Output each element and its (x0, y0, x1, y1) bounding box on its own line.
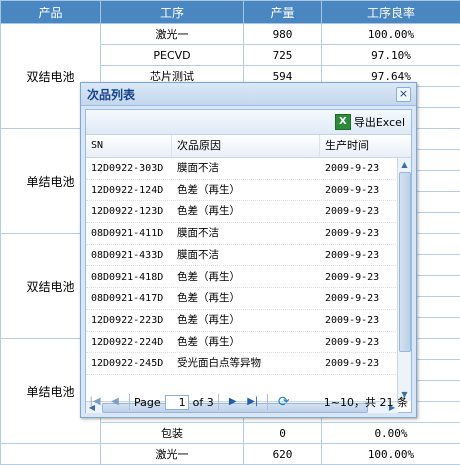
export-label: 导出Excel (354, 114, 405, 130)
table-row[interactable]: 08D0921-411D膜面不洁2009-9-23 (86, 223, 398, 245)
pager-separator (129, 394, 130, 410)
table-row[interactable]: 08D0921-418D色差（再生）2009-9-23 (86, 267, 398, 289)
date-cell: 2009-9-23 (320, 267, 398, 288)
vertical-scrollbar[interactable]: ▲ ▼ (397, 158, 411, 401)
sn-cell: 12D0922-123D (86, 201, 172, 222)
column-header-sn[interactable]: SN (86, 135, 172, 157)
header-yield: 工序良率 (322, 1, 460, 24)
reason-cell: 色差（再生） (172, 288, 320, 309)
pager-separator (267, 394, 268, 410)
date-cell: 2009-9-23 (320, 288, 398, 309)
yield-cell: 100.00% (322, 24, 460, 45)
process-cell: PECVD (101, 45, 244, 66)
grid-header: SN 次品原因 生产时间 (86, 135, 411, 158)
last-page-icon[interactable]: ▶| (246, 395, 260, 409)
excel-icon: X (335, 114, 351, 130)
table-row: 双结电池激光一980100.00% (1, 24, 460, 45)
reason-cell: 色差（再生） (172, 310, 320, 331)
date-cell: 2009-9-23 (320, 310, 398, 331)
header-product: 产品 (1, 1, 101, 24)
date-cell: 2009-9-23 (320, 353, 398, 374)
sn-cell: 12D0922-245D (86, 353, 172, 374)
table-header-row: 产品 工序 产量 工序良率 (1, 1, 460, 24)
reason-cell: 色差（再生） (172, 332, 320, 353)
table-row[interactable]: 12D0922-123D色差（再生）2009-9-23 (86, 201, 398, 223)
date-cell: 2009-9-23 (320, 223, 398, 244)
sn-cell: 12D0922-303D (86, 158, 172, 179)
date-cell: 2009-9-23 (320, 332, 398, 353)
dialog-title: 次品列表 (87, 86, 135, 103)
reason-cell: 色差（再生） (172, 267, 320, 288)
page-label: Page (134, 396, 161, 409)
header-process: 工序 (101, 1, 244, 24)
process-cell: 激光一 (101, 24, 244, 45)
scroll-up-icon[interactable]: ▲ (398, 158, 411, 171)
pager-info: 1~10，共 21 条 (324, 394, 408, 410)
sn-cell: 12D0922-124D (86, 180, 172, 201)
table-row[interactable]: 08D0921-433D膜面不洁2009-9-23 (86, 245, 398, 267)
page-number-input[interactable] (165, 395, 189, 410)
output-cell: 725 (244, 45, 322, 66)
prev-page-icon[interactable]: ◀ (108, 395, 122, 409)
grid-rows: 12D0922-303D膜面不洁2009-9-2312D0922-124D色差（… (86, 158, 398, 401)
column-header-reason[interactable]: 次品原因 (172, 135, 320, 157)
paging-toolbar: |◀ ◀ Page of 3 ▶ ▶| ⟳ 1~10，共 21 条 (85, 389, 412, 415)
reason-cell: 受光面白点等异物 (172, 353, 320, 374)
yield-cell: 97.10% (322, 45, 460, 66)
sn-cell: 12D0922-224D (86, 332, 172, 353)
table-row[interactable]: 12D0922-303D膜面不洁2009-9-23 (86, 158, 398, 180)
dialog-header: 次品列表 × (81, 83, 416, 106)
yield-cell: 0.00% (322, 423, 460, 444)
dialog-toolbar: X 导出Excel (86, 110, 411, 135)
date-cell: 2009-9-23 (320, 158, 398, 179)
refresh-icon[interactable]: ⟳ (276, 394, 292, 410)
page-of-label: of 3 (193, 396, 214, 409)
date-cell: 2009-9-23 (320, 180, 398, 201)
reason-cell: 膜面不洁 (172, 158, 320, 179)
column-header-date[interactable]: 生产时间 (320, 135, 398, 157)
first-page-icon[interactable]: |◀ (88, 395, 102, 409)
output-cell: 0 (244, 423, 322, 444)
sn-cell: 08D0921-433D (86, 245, 172, 266)
reason-cell: 色差（再生） (172, 180, 320, 201)
table-row[interactable]: 12D0922-124D色差（再生）2009-9-23 (86, 180, 398, 202)
scroll-thumb[interactable] (399, 172, 411, 352)
header-output: 产量 (244, 1, 322, 24)
defect-list-dialog: 次品列表 × X 导出Excel SN 次品原因 生产时间 12D0922-30… (80, 82, 417, 418)
date-cell: 2009-9-23 (320, 245, 398, 266)
process-cell: 包装 (101, 423, 244, 444)
dialog-body: X 导出Excel SN 次品原因 生产时间 12D0922-303D膜面不洁2… (85, 109, 412, 413)
next-page-icon[interactable]: ▶ (226, 395, 240, 409)
sn-cell: 08D0921-417D (86, 288, 172, 309)
export-excel-button[interactable]: X 导出Excel (335, 113, 405, 131)
reason-cell: 膜面不洁 (172, 245, 320, 266)
output-cell: 980 (244, 24, 322, 45)
table-row[interactable]: 08D0921-417D色差（再生）2009-9-23 (86, 288, 398, 310)
sn-cell: 08D0921-411D (86, 223, 172, 244)
close-icon[interactable]: × (396, 87, 411, 102)
table-row[interactable]: 12D0922-223D色差（再生）2009-9-23 (86, 310, 398, 332)
reason-cell: 色差（再生） (172, 201, 320, 222)
table-row[interactable]: 12D0922-224D色差（再生）2009-9-23 (86, 332, 398, 354)
date-cell: 2009-9-23 (320, 201, 398, 222)
sn-cell: 12D0922-223D (86, 310, 172, 331)
sn-cell: 08D0921-418D (86, 267, 172, 288)
reason-cell: 膜面不洁 (172, 223, 320, 244)
pager-separator (218, 394, 219, 410)
table-row[interactable]: 12D0922-245D受光面白点等异物2009-9-23 (86, 353, 398, 375)
